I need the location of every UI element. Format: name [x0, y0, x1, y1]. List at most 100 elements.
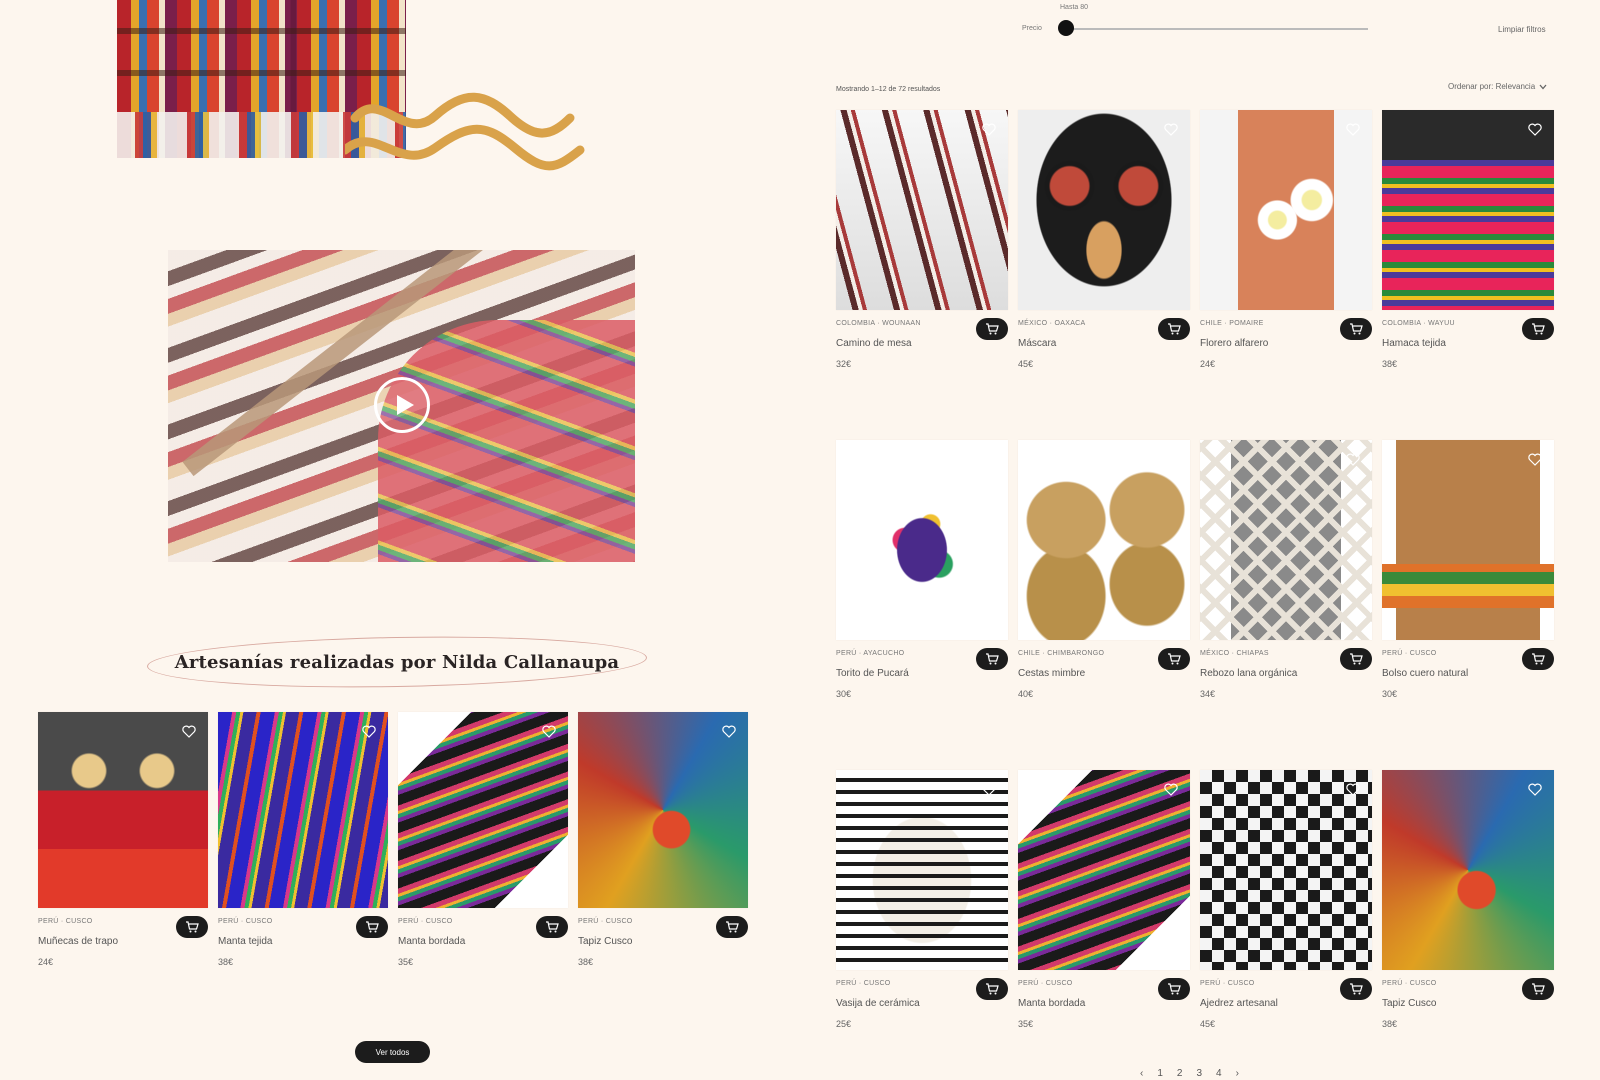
product-image[interactable]	[1382, 110, 1554, 310]
heart-icon[interactable]	[980, 450, 998, 468]
cart-icon[interactable]	[536, 916, 568, 938]
heart-icon[interactable]	[1162, 450, 1180, 468]
product-name[interactable]: Torito de Pucará	[836, 668, 909, 679]
product-image[interactable]	[1200, 440, 1372, 640]
product-image[interactable]	[1018, 110, 1190, 310]
product-image[interactable]	[836, 770, 1008, 970]
cart-icon[interactable]	[1522, 318, 1554, 340]
product-name[interactable]: Florero alfarero	[1200, 338, 1268, 349]
cart-icon[interactable]	[1158, 648, 1190, 670]
product-card[interactable]: MÉXICO · OAXACA Máscara 45€	[1018, 110, 1190, 376]
product-card[interactable]: PERÚ · CUSCO Ajedrez artesanal 45€	[1200, 770, 1372, 1036]
heart-icon[interactable]	[1344, 780, 1362, 798]
heart-icon[interactable]	[1344, 120, 1362, 138]
product-name[interactable]: Hamaca tejida	[1382, 338, 1446, 349]
cart-icon[interactable]	[1158, 978, 1190, 1000]
product-image[interactable]	[578, 712, 748, 908]
product-name[interactable]: Ajedrez artesanal	[1200, 998, 1278, 1009]
product-card[interactable]: PERÚ · CUSCO Manta bordada 35€	[1018, 770, 1190, 1036]
product-price: 35€	[1018, 1019, 1034, 1029]
product-card[interactable]: PERÚ · CUSCO Bolso cuero natural 30€	[1382, 440, 1554, 706]
heart-icon[interactable]	[1162, 120, 1180, 138]
product-name[interactable]: Vasija de cerámica	[836, 998, 920, 1009]
pagination-page[interactable]: 4	[1216, 1068, 1222, 1079]
product-image[interactable]	[1200, 770, 1372, 970]
product-category: PERÚ · CUSCO	[218, 918, 273, 925]
cart-icon[interactable]	[1340, 978, 1372, 1000]
cart-icon[interactable]	[976, 648, 1008, 670]
product-image[interactable]	[836, 440, 1008, 640]
sort-dropdown[interactable]: Ordenar por: Relevancia	[1448, 82, 1547, 91]
product-category: PERÚ · CUSCO	[1382, 650, 1437, 657]
heart-icon[interactable]	[720, 722, 738, 740]
product-name[interactable]: Muñecas de trapo	[38, 936, 118, 947]
product-card[interactable]: MÉXICO · CHIAPAS Rebozo lana orgánica 34€	[1200, 440, 1372, 706]
weaving-video[interactable]	[168, 250, 635, 562]
cart-icon[interactable]	[976, 978, 1008, 1000]
heart-icon[interactable]	[1162, 780, 1180, 798]
cart-icon[interactable]	[1340, 318, 1372, 340]
pagination-page[interactable]: 1	[1157, 1068, 1163, 1079]
heart-icon[interactable]	[540, 722, 558, 740]
product-image[interactable]	[836, 110, 1008, 310]
price-slider-track[interactable]	[1060, 28, 1368, 30]
product-name[interactable]: Tapiz Cusco	[578, 936, 632, 947]
product-card[interactable]: PERÚ · AYACUCHO Torito de Pucará 30€	[836, 440, 1008, 706]
product-name[interactable]: Bolso cuero natural	[1382, 668, 1468, 679]
cart-icon[interactable]	[1522, 978, 1554, 1000]
product-name[interactable]: Manta tejida	[218, 936, 272, 947]
product-image[interactable]	[38, 712, 208, 908]
heart-icon[interactable]	[1526, 780, 1544, 798]
price-range-value: Hasta 80	[1060, 4, 1089, 11]
cart-icon[interactable]	[976, 318, 1008, 340]
product-image[interactable]	[1200, 110, 1372, 310]
product-card[interactable]: CHILE · CHIMBARONGO Cestas mimbre 40€	[1018, 440, 1190, 706]
pagination-next[interactable]: ›	[1236, 1068, 1239, 1079]
price-slider-handle[interactable]	[1058, 20, 1074, 36]
cart-icon[interactable]	[1158, 318, 1190, 340]
product-image[interactable]	[218, 712, 388, 908]
cart-icon[interactable]	[356, 916, 388, 938]
product-card[interactable]: PERÚ · CUSCO Muñecas de trapo 24€	[38, 712, 208, 974]
cart-icon[interactable]	[1522, 648, 1554, 670]
product-name[interactable]: Tapiz Cusco	[1382, 998, 1436, 1009]
product-card[interactable]: PERÚ · CUSCO Vasija de cerámica 25€	[836, 770, 1008, 1036]
pagination-page[interactable]: 3	[1196, 1068, 1202, 1079]
product-card[interactable]: CHILE · POMAIRE Florero alfarero 24€	[1200, 110, 1372, 376]
heart-icon[interactable]	[360, 722, 378, 740]
cart-icon[interactable]	[716, 916, 748, 938]
product-name[interactable]: Camino de mesa	[836, 338, 912, 349]
pagination-page[interactable]: 2	[1177, 1068, 1183, 1079]
product-card[interactable]: PERÚ · CUSCO Manta bordada 35€	[398, 712, 568, 974]
product-image[interactable]	[1018, 770, 1190, 970]
product-name[interactable]: Máscara	[1018, 338, 1056, 349]
heart-icon[interactable]	[180, 722, 198, 740]
pagination-prev[interactable]: ‹	[1140, 1068, 1143, 1079]
product-price: 38€	[578, 957, 594, 967]
product-price: 30€	[836, 689, 852, 699]
product-image[interactable]	[1382, 770, 1554, 970]
heart-icon[interactable]	[980, 120, 998, 138]
product-card[interactable]: PERÚ · CUSCO Tapiz Cusco 38€	[578, 712, 748, 974]
product-name[interactable]: Rebozo lana orgánica	[1200, 668, 1297, 679]
heart-icon[interactable]	[1344, 450, 1362, 468]
cart-icon[interactable]	[176, 916, 208, 938]
heart-icon[interactable]	[1526, 120, 1544, 138]
product-image[interactable]	[398, 712, 568, 908]
play-icon[interactable]	[374, 377, 430, 433]
product-card[interactable]: COLOMBIA · WOUNAAN Camino de mesa 32€	[836, 110, 1008, 376]
product-name[interactable]: Manta bordada	[1018, 998, 1085, 1009]
clear-filters-link[interactable]: Limpiar filtros	[1498, 25, 1546, 34]
product-card[interactable]: PERÚ · CUSCO Tapiz Cusco 38€	[1382, 770, 1554, 1036]
cart-icon[interactable]	[1340, 648, 1372, 670]
product-image[interactable]	[1018, 440, 1190, 640]
product-card[interactable]: PERÚ · CUSCO Manta tejida 38€	[218, 712, 388, 974]
chevron-down-icon	[1539, 84, 1547, 89]
product-card[interactable]: COLOMBIA · WAYUU Hamaca tejida 38€	[1382, 110, 1554, 376]
heart-icon[interactable]	[1526, 450, 1544, 468]
product-image[interactable]	[1382, 440, 1554, 640]
product-name[interactable]: Manta bordada	[398, 936, 465, 947]
heart-icon[interactable]	[980, 780, 998, 798]
product-name[interactable]: Cestas mimbre	[1018, 668, 1085, 679]
see-all-button[interactable]: Ver todos	[355, 1041, 430, 1063]
